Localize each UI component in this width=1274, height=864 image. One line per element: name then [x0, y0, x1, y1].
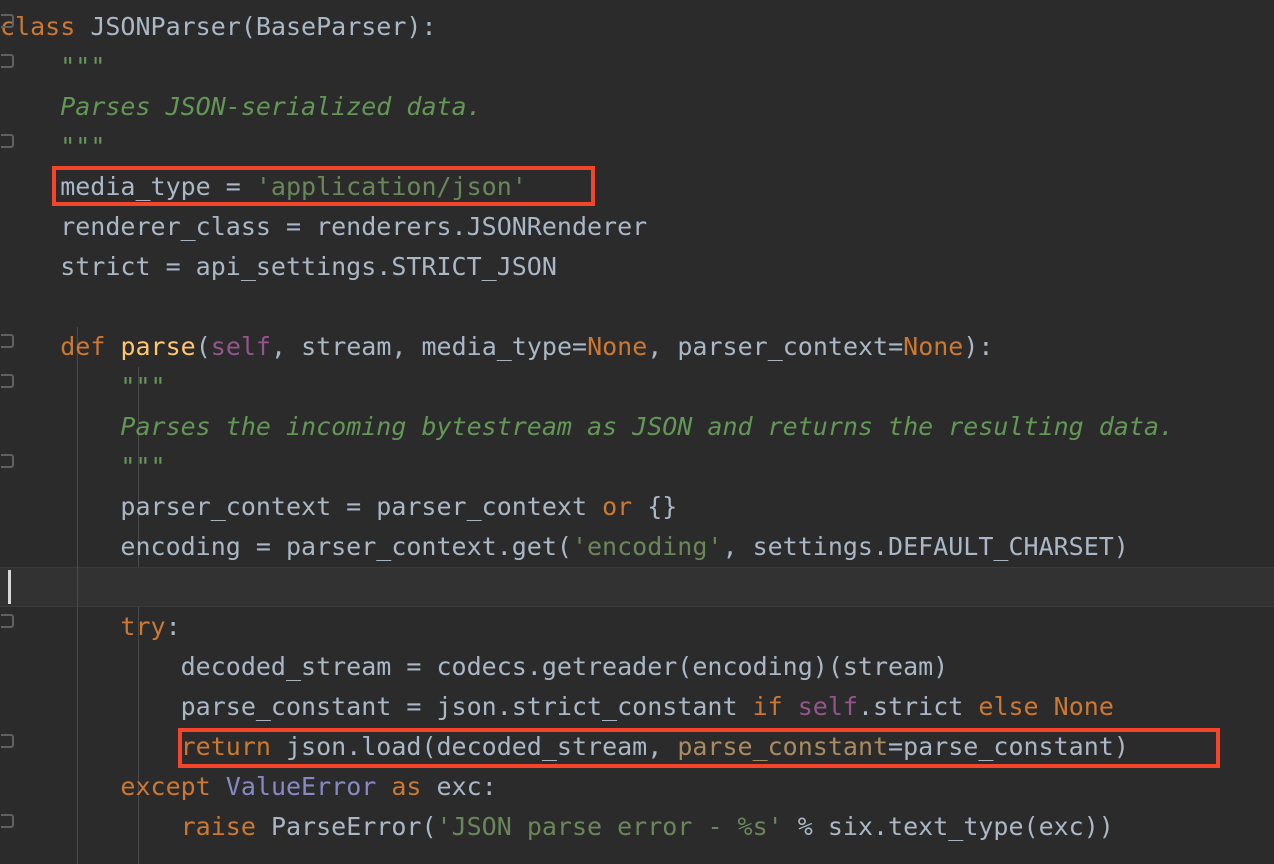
code-token-kw: except [120, 772, 211, 801]
editor-gutter[interactable] [0, 0, 18, 864]
code-line[interactable]: decoded_stream = codecs.getreader(encodi… [0, 647, 949, 687]
code-token-plain: , settings.DEFAULT_CHARSET) [722, 532, 1129, 561]
code-token-kw: return [180, 732, 271, 761]
text-caret [8, 570, 11, 604]
code-line[interactable]: encoding = parser_context.get('encoding'… [0, 527, 1129, 567]
code-token-doc: Parses the incoming bytestream as JSON a… [120, 412, 1175, 441]
code-token-cls: JSONParser(BaseParser): [90, 12, 437, 41]
code-token-plain: ): [963, 332, 994, 361]
code-token-kw: try [120, 612, 166, 641]
code-token-kw: None [587, 332, 648, 361]
code-line[interactable]: parse_constant = json.strict_constant if… [0, 687, 1114, 727]
code-fold-icon[interactable] [1, 54, 14, 68]
code-token-str: 'application/json' [255, 172, 527, 201]
code-token-kw: if [752, 692, 783, 721]
code-token-plain: : [165, 612, 181, 641]
code-token-plain: ( [195, 332, 211, 361]
code-token-plain: .strict [857, 692, 979, 721]
code-line[interactable]: class JSONParser(BaseParser): [0, 7, 437, 47]
code-fold-icon[interactable] [1, 374, 14, 388]
code-line[interactable]: """ [0, 447, 166, 487]
code-line[interactable]: strict = api_settings.STRICT_JSON [0, 247, 557, 287]
code-token-plain: ParseError( [255, 812, 437, 841]
code-token-kw: raise [180, 812, 256, 841]
code-token-plain: , stream, media_type= [270, 332, 588, 361]
code-token-str: 'JSON parse error - %s' [436, 812, 783, 841]
code-fold-icon[interactable] [1, 334, 14, 348]
code-token-plain: encoding = parser_context.get( [0, 532, 572, 561]
code-token-self: self [797, 692, 858, 721]
code-line[interactable]: media_type = 'application/json' [0, 167, 527, 207]
code-fold-icon[interactable] [1, 734, 14, 748]
code-token-doc: """ [60, 132, 106, 161]
code-line[interactable]: parser_context = parser_context or {} [0, 487, 677, 527]
code-fold-icon[interactable] [1, 134, 14, 148]
code-token-kw: def [60, 332, 106, 361]
code-fold-icon[interactable] [1, 14, 14, 28]
code-token-kw: or [602, 492, 633, 521]
code-token-plain: , parser_context= [647, 332, 904, 361]
code-line[interactable]: Parses the incoming bytestream as JSON a… [0, 407, 1174, 447]
code-token-plain: % six.text_type(exc)) [782, 812, 1114, 841]
code-line[interactable]: Parses JSON-serialized data. [0, 87, 482, 127]
code-line[interactable]: renderer_class = renderers.JSONRenderer [0, 207, 647, 247]
code-line[interactable]: """ [0, 367, 166, 407]
code-token-doc: """ [120, 372, 166, 401]
code-fold-icon[interactable] [1, 454, 14, 468]
code-fold-icon[interactable] [1, 814, 14, 828]
code-token-builtin: ValueError [225, 772, 377, 801]
code-token-doc: """ [60, 52, 106, 81]
current-line-highlight [0, 567, 1274, 607]
code-editor[interactable]: class JSONParser(BaseParser): """ Parses… [0, 0, 1274, 864]
code-token-self: self [210, 332, 271, 361]
code-line[interactable]: try: [0, 607, 181, 647]
code-token-kwarg: parse_constant [677, 732, 889, 761]
code-token-kw: None [903, 332, 964, 361]
code-token-doc: """ [120, 452, 166, 481]
code-token-kw: None [1053, 692, 1114, 721]
code-token-plain: json.load(decoded_stream, [270, 732, 678, 761]
code-token-plain: media_type = [0, 172, 256, 201]
code-token-plain: parse_constant = json.strict_constant [0, 692, 753, 721]
code-token-plain: {} [632, 492, 678, 521]
code-token-plain: parser_context = parser_context [0, 492, 603, 521]
code-token-str: 'encoding' [571, 532, 723, 561]
code-line[interactable]: def parse(self, stream, media_type=None,… [0, 327, 993, 367]
code-token-plain: renderer_class = renderers.JSONRenderer [0, 212, 648, 241]
code-token-fn: parse [120, 332, 196, 361]
code-line[interactable]: return json.load(decoded_stream, parse_c… [0, 727, 1129, 767]
code-token-plain: strict = api_settings.STRICT_JSON [0, 252, 557, 281]
code-token-doc: Parses JSON-serialized data. [60, 92, 482, 121]
code-token-plain: decoded_stream = codecs.getreader(encodi… [0, 652, 949, 681]
code-line[interactable]: raise ParseError('JSON parse error - %s'… [0, 807, 1114, 847]
code-fold-icon[interactable] [1, 614, 14, 628]
code-token-plain: =parse_constant) [888, 732, 1129, 761]
code-token-kw: else [978, 692, 1039, 721]
code-token-plain: exc: [421, 772, 497, 801]
code-token-kw: as [391, 772, 422, 801]
code-line[interactable]: except ValueError as exc: [0, 767, 497, 807]
